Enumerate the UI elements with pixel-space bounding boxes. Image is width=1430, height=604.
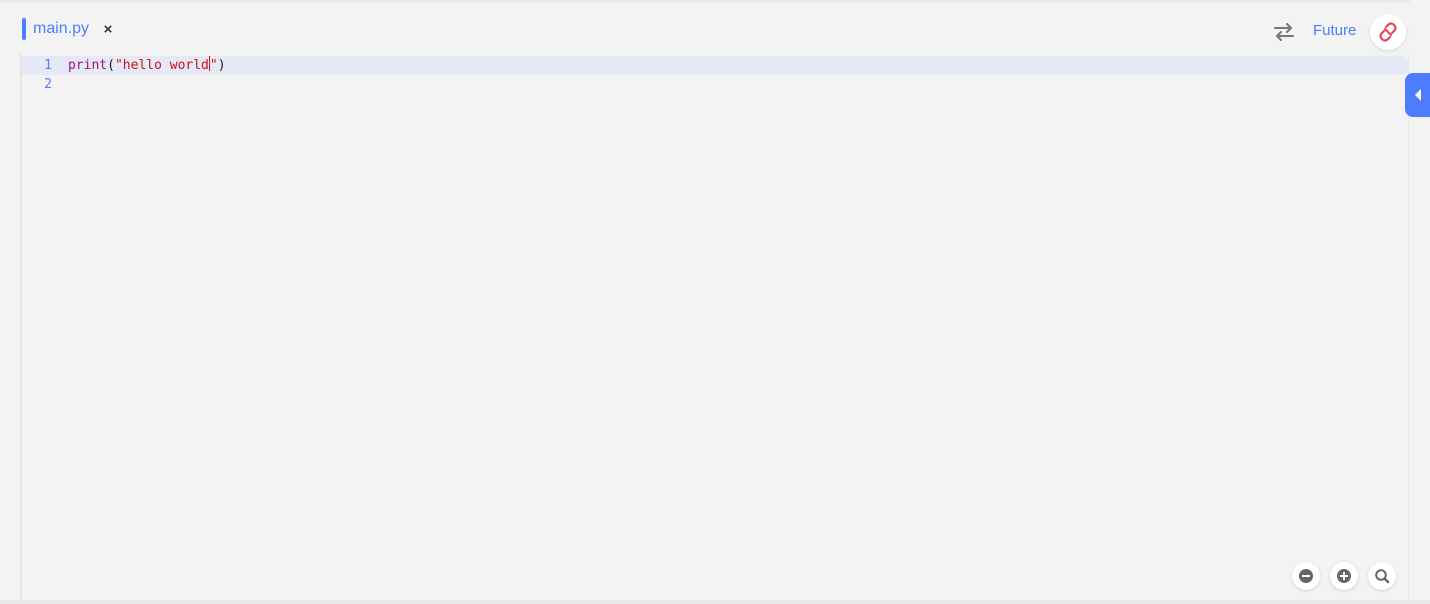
code-token-string-end: " — [209, 58, 218, 73]
bottom-border — [0, 600, 1430, 604]
side-panel-toggle[interactable] — [1405, 73, 1430, 117]
code-line[interactable]: 2 — [22, 75, 1408, 94]
editor-app: main.py × Future 1 print("hello world") … — [0, 0, 1430, 604]
zoom-in-icon — [1337, 569, 1351, 583]
future-link[interactable]: Future — [1313, 22, 1356, 39]
zoom-out-button[interactable] — [1292, 562, 1320, 590]
line-number: 1 — [44, 58, 52, 73]
zoom-controls — [1292, 562, 1396, 590]
code-editor[interactable]: 1 print("hello world") 2 — [20, 54, 1408, 600]
zoom-out-icon — [1299, 569, 1313, 583]
line-number: 2 — [44, 77, 52, 92]
active-tab-indicator — [22, 18, 26, 40]
tab-label[interactable]: main.py — [33, 20, 89, 38]
code-line[interactable]: 1 print("hello world") — [22, 56, 1408, 75]
unlink-icon — [1379, 22, 1397, 42]
unlink-button[interactable] — [1370, 14, 1406, 50]
search-button[interactable] — [1368, 562, 1396, 590]
tab-close-button[interactable]: × — [101, 21, 115, 38]
code-token-paren-open: ( — [107, 58, 115, 73]
tab-bar: main.py × Future — [0, 0, 1410, 54]
swap-arrows-icon[interactable] — [1273, 22, 1295, 42]
code-token-string: "hello world — [114, 58, 209, 73]
code-token-function: print — [68, 58, 108, 73]
search-icon — [1375, 569, 1390, 584]
zoom-in-button[interactable] — [1330, 562, 1358, 590]
tab-main-py[interactable]: main.py × — [22, 16, 115, 42]
chevron-left-icon — [1414, 89, 1421, 101]
line-code[interactable]: print("hello world") — [68, 56, 226, 75]
code-token-paren-close: ) — [217, 58, 226, 73]
right-panel-edge — [1408, 54, 1430, 604]
